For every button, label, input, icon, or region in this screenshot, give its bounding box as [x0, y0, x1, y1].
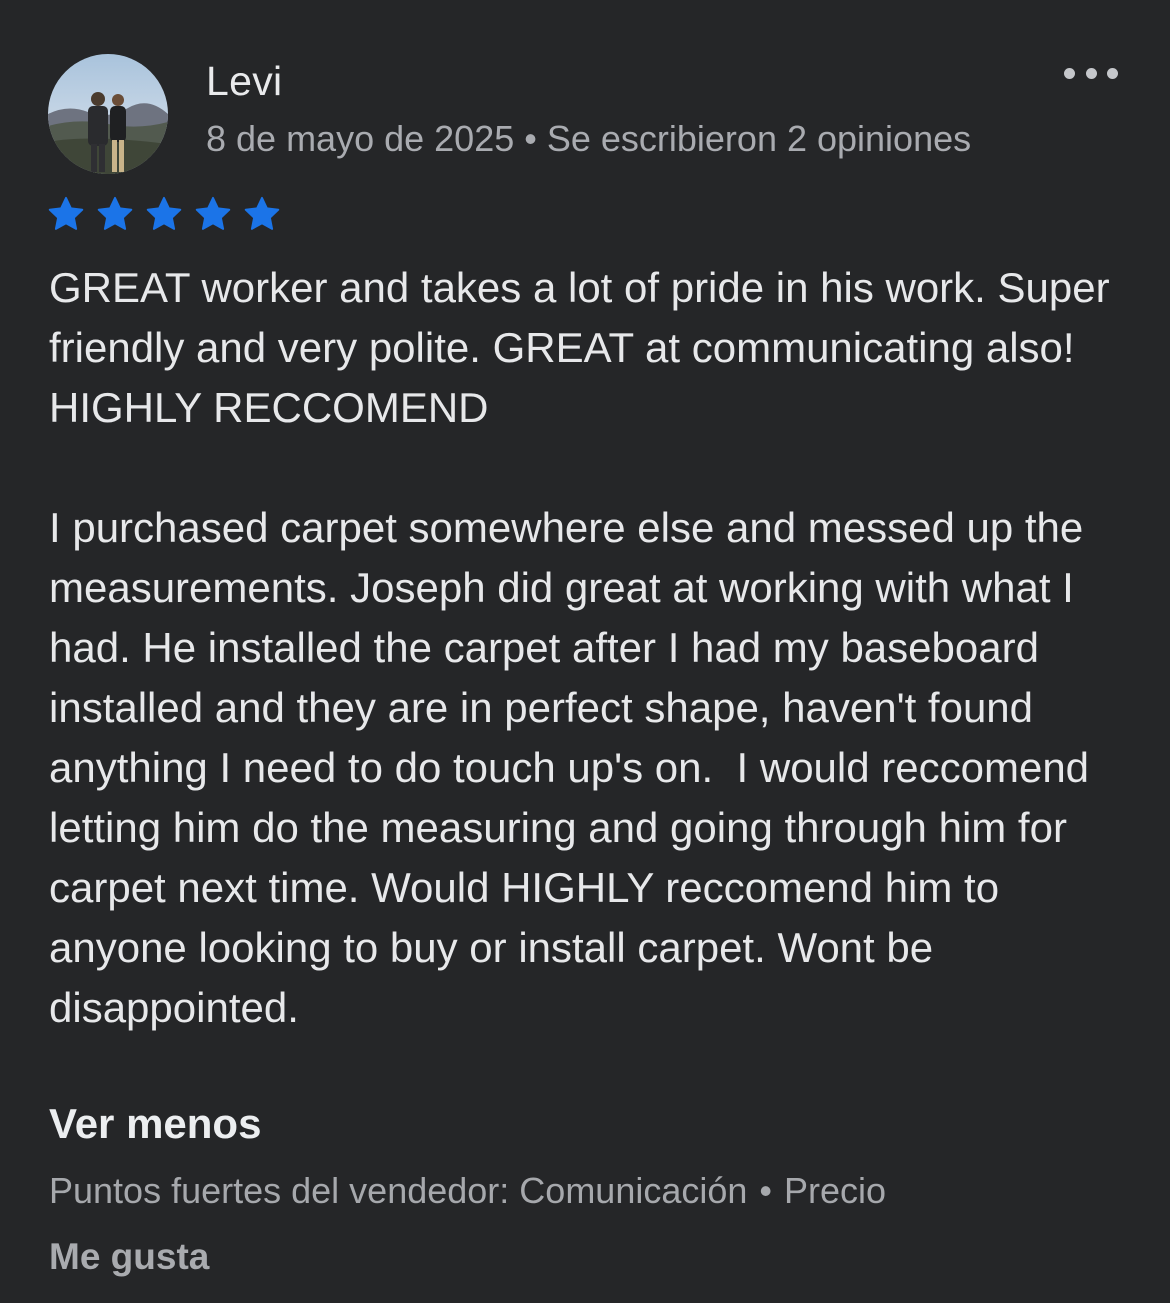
strengths-separator: • — [759, 1170, 773, 1211]
review-meta: 8 de mayo de 2025 • Se escribieron 2 opini… — [206, 118, 971, 160]
like-button[interactable]: Me gusta — [49, 1236, 209, 1278]
star-icon — [244, 196, 280, 230]
review-date: 8 de mayo de 2025 — [206, 118, 515, 159]
dot — [1107, 67, 1118, 79]
dot — [1085, 67, 1097, 79]
reviewer-name[interactable]: Levi — [206, 58, 282, 105]
review-text: GREAT worker and takes a lot of pride in… — [49, 264, 1110, 1031]
star-icon — [97, 196, 133, 230]
star-rating — [47, 195, 292, 233]
strengths-label: Puntos fuertes del vendedor: Comunicació… — [49, 1170, 748, 1211]
strengths-extra: Precio — [784, 1170, 887, 1211]
meta-separator: • — [524, 118, 537, 159]
reviewer-avatar[interactable] — [48, 54, 168, 174]
dot — [1064, 67, 1075, 79]
star-icon — [48, 196, 84, 230]
more-options-icon[interactable] — [1064, 58, 1118, 88]
see-less-button[interactable]: Ver menos — [49, 1100, 261, 1148]
star-icon — [195, 196, 231, 230]
seller-strengths: Puntos fuertes del vendedor: Comunicació… — [49, 1170, 886, 1212]
star-icon — [146, 196, 182, 230]
review-count: Se escribieron 2 opiniones — [546, 118, 972, 159]
